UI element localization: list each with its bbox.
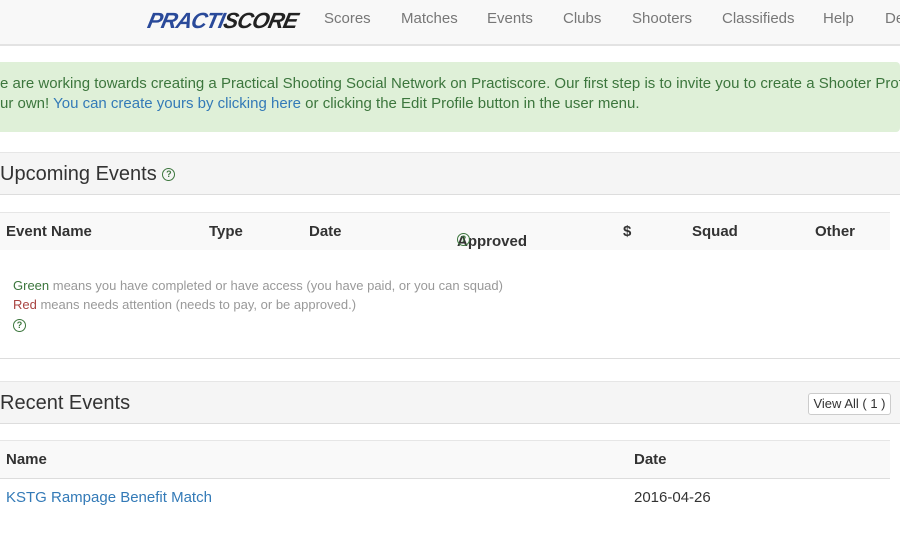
nav-matches[interactable]: Matches [401,10,458,27]
create-profile-link[interactable]: You can create yours by clicking here [53,95,301,112]
nav-scores[interactable]: Scores [324,10,371,27]
col-event-name[interactable]: Event Name [6,223,92,240]
col-name[interactable]: Name [6,451,47,468]
divider [0,358,900,359]
nav-clubs[interactable]: Clubs [563,10,601,27]
legend-green: Green means you have completed or have a… [13,278,503,293]
legend-red: Red means needs attention (needs to pay,… [13,297,357,312]
view-all-button[interactable]: View All ( 1 ) [808,393,891,415]
col-type[interactable]: Type [209,223,243,240]
table-row: KSTG Rampage Benefit Match 2016-04-26 [0,478,890,516]
nav-shooters[interactable]: Shooters [632,10,692,27]
col-fee[interactable]: $ [623,223,631,240]
upcoming-events-title: Upcoming Events [0,163,157,185]
help-icon[interactable]: ? [13,319,26,333]
col-other[interactable]: Other [815,223,855,240]
upcoming-events-header: Upcoming Events ? [0,152,900,195]
recent-events-header: Recent Events [0,381,900,424]
nav-events[interactable]: Events [487,10,533,27]
nav-classifieds[interactable]: Classifieds [722,10,795,27]
top-navbar: PRACTISCORE Scores Matches Events Clubs … [0,0,900,46]
event-date: 2016-04-26 [634,489,711,506]
col-date[interactable]: Date [634,451,667,468]
recent-table-header: Name Date [0,440,890,478]
nav-help[interactable]: Help [823,10,854,27]
shooter-profile-alert: e are working towards creating a Practic… [0,62,900,132]
col-date[interactable]: Date [309,223,342,240]
col-squad[interactable]: Squad [692,223,738,240]
recent-events-title: Recent Events [0,392,131,414]
nav-more[interactable]: De [885,10,900,27]
upcoming-table-header: Event Name Type Date Approved ? $ Squad … [0,212,890,250]
help-icon[interactable]: ? [162,168,176,182]
event-link[interactable]: KSTG Rampage Benefit Match [6,489,212,506]
help-icon[interactable]: ? [457,233,470,246]
alert-line-1: e are working towards creating a Practic… [0,75,900,92]
practiscore-logo[interactable]: PRACTISCORE [145,8,299,34]
alert-line-2: ur own! You can create yours by clicking… [0,95,640,112]
